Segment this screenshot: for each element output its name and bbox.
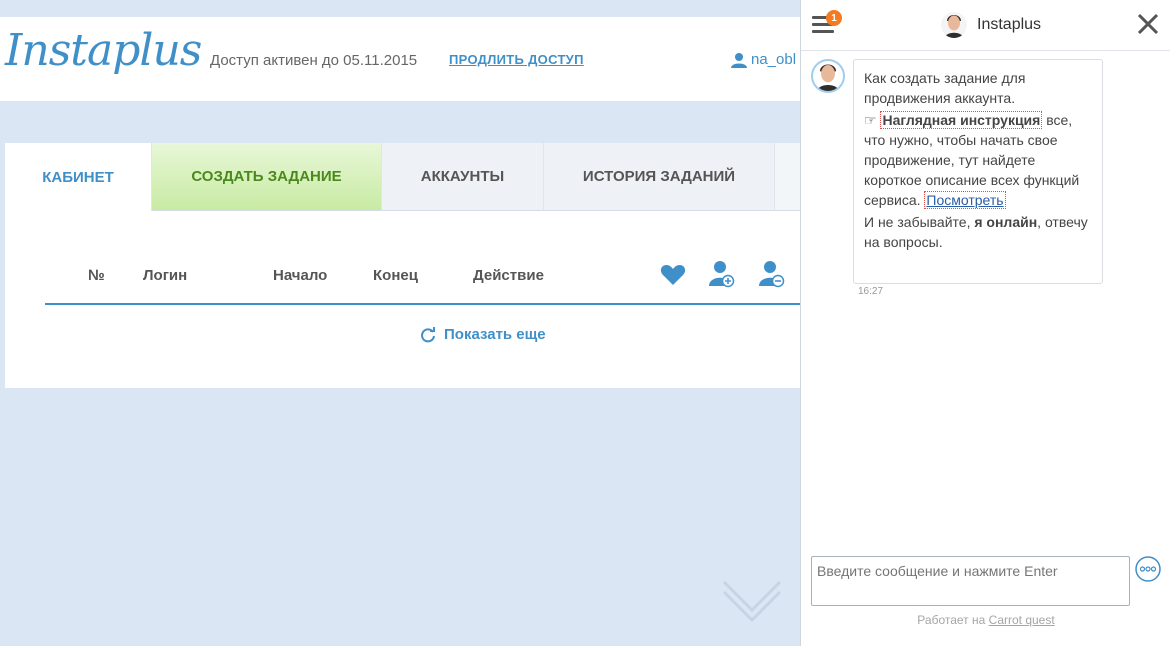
add-user-icon[interactable] bbox=[709, 260, 735, 288]
chat-title: Instaplus bbox=[941, 12, 1041, 38]
view-link[interactable]: Посмотреть bbox=[924, 191, 1006, 209]
column-start[interactable]: Начало bbox=[273, 267, 327, 284]
message-avatar bbox=[811, 59, 845, 93]
chat-panel: 1 Instaplus Как создать задание для прод… bbox=[800, 0, 1170, 646]
column-number[interactable]: № bbox=[88, 267, 105, 284]
access-status: Доступ активен до 05.11.2015 bbox=[210, 52, 418, 69]
chat-header: 1 Instaplus bbox=[801, 0, 1170, 51]
table-header: № Логин Начало Конец Действие bbox=[45, 251, 805, 305]
operator-avatar bbox=[941, 12, 967, 38]
operator-face-icon bbox=[945, 15, 963, 38]
close-icon[interactable] bbox=[1137, 13, 1159, 35]
notification-badge: 1 bbox=[826, 10, 842, 26]
tab-bar: КАБИНЕТ СОЗДАТЬ ЗАДАНИЕ АККАУНТЫ ИСТОРИЯ… bbox=[5, 143, 800, 211]
chat-message: Как создать задание для продвижения акка… bbox=[853, 59, 1103, 284]
chat-title-text: Instaplus bbox=[977, 16, 1042, 33]
tab-create-task[interactable]: СОЗДАТЬ ЗАДАНИЕ bbox=[151, 143, 381, 211]
logo[interactable]: Instaplus bbox=[5, 25, 202, 76]
tab-cabinet[interactable]: КАБИНЕТ bbox=[5, 143, 151, 211]
show-more-button[interactable]: Показать еще bbox=[420, 326, 546, 343]
scroll-down-icon[interactable] bbox=[722, 580, 782, 622]
message-line-2: ☞ Наглядная инструкция все, что нужно, ч… bbox=[864, 110, 1092, 210]
pointing-hand-icon: ☞ bbox=[864, 112, 877, 128]
message-highlight: Наглядная инструкция bbox=[880, 111, 1043, 129]
message-line-3: И не забывайте, я онлайн, отвечу на вопр… bbox=[864, 212, 1092, 252]
column-action[interactable]: Действие bbox=[473, 267, 544, 284]
powered-prefix: Работает на bbox=[917, 613, 986, 627]
user-icon bbox=[731, 52, 747, 68]
message-line-1: Как создать задание для продвижения акка… bbox=[864, 70, 1026, 106]
user-menu[interactable]: na_obl bbox=[731, 51, 796, 68]
tab-accounts[interactable]: АККАУНТЫ bbox=[381, 143, 543, 211]
heart-icon[interactable] bbox=[660, 263, 686, 287]
chat-message-input[interactable] bbox=[811, 556, 1130, 606]
message-line-3-pre: И не забывайте, bbox=[864, 214, 971, 230]
remove-user-icon[interactable] bbox=[759, 260, 785, 288]
operator-face-icon bbox=[817, 64, 839, 91]
show-more-label: Показать еще bbox=[444, 326, 546, 343]
column-login[interactable]: Логин bbox=[143, 267, 187, 284]
tab-task-history[interactable]: ИСТОРИЯ ЗАДАНИЙ bbox=[543, 143, 774, 211]
username: na_obl bbox=[751, 51, 797, 68]
powered-by: Работает на Carrot quest bbox=[801, 613, 1170, 627]
tab-overflow[interactable] bbox=[774, 143, 800, 211]
site-header: Instaplus Доступ активен до 05.11.2015 П… bbox=[0, 17, 800, 101]
typing-dots-icon[interactable] bbox=[1134, 556, 1162, 584]
extend-access-link[interactable]: ПРОДЛИТЬ ДОСТУП bbox=[449, 52, 584, 67]
carrot-quest-link[interactable]: Carrot quest bbox=[989, 613, 1055, 627]
main-card: КАБИНЕТ СОЗДАТЬ ЗАДАНИЕ АККАУНТЫ ИСТОРИЯ… bbox=[5, 143, 805, 388]
column-end[interactable]: Конец bbox=[373, 267, 418, 284]
refresh-icon bbox=[421, 326, 435, 342]
message-time: 16:27 bbox=[858, 286, 884, 297]
message-online: я онлайн bbox=[974, 214, 1038, 230]
